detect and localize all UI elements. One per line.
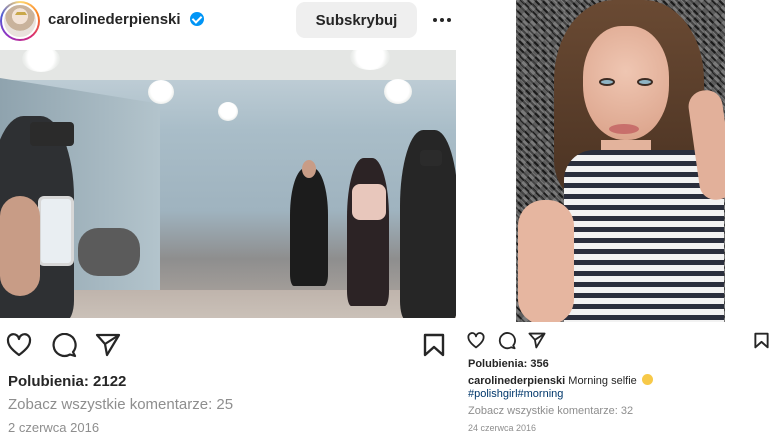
photo-face — [583, 26, 669, 140]
heart-icon[interactable] — [6, 333, 32, 357]
phone — [38, 196, 74, 266]
heart-icon[interactable] — [467, 332, 485, 349]
seated-people — [78, 228, 140, 276]
post-photo[interactable] — [0, 50, 456, 318]
bookmark-icon[interactable] — [423, 333, 445, 357]
post-photo-selfie[interactable] — [516, 0, 725, 322]
view-comments-link[interactable]: Zobacz wszystkie komentarze: 25 — [8, 396, 233, 413]
share-icon[interactable] — [95, 333, 121, 357]
more-options-icon[interactable] — [430, 10, 454, 30]
avatar[interactable] — [0, 1, 40, 41]
photo-arm — [518, 200, 574, 322]
photo-eye — [599, 78, 615, 86]
crown-icon — [15, 9, 27, 15]
hand — [0, 196, 40, 296]
hashtag-link[interactable]: #polishgirl — [468, 388, 518, 400]
post-date: 24 czerwca 2016 — [468, 423, 537, 433]
avatar-image — [2, 3, 38, 39]
comment-icon[interactable] — [498, 332, 516, 350]
post-caption: carolinederpienski Morning selfie — [468, 374, 653, 387]
smiling-face-emoji-icon — [641, 374, 653, 385]
post-date: 2 czerwca 2016 — [8, 420, 100, 435]
model-figure — [290, 168, 328, 286]
woman-figure — [347, 158, 389, 306]
photo-eye — [637, 78, 653, 86]
likes-count[interactable]: Polubienia: 2122 — [8, 373, 126, 390]
verified-badge-icon — [190, 12, 204, 26]
subscribe-button[interactable]: Subskrybuj — [296, 2, 417, 38]
photo-lips — [609, 124, 639, 134]
camera — [30, 122, 74, 146]
camera — [420, 150, 442, 166]
caption-username[interactable]: carolinederpienski — [468, 375, 565, 387]
share-icon[interactable] — [528, 332, 546, 349]
likes-count[interactable]: Polubienia: 356 — [468, 358, 549, 370]
post-username[interactable]: carolinederpienski — [48, 11, 181, 28]
view-comments-link[interactable]: Zobacz wszystkie komentarze: 32 — [468, 405, 633, 417]
comment-icon[interactable] — [51, 333, 77, 358]
lamp — [148, 80, 174, 104]
lamp — [384, 79, 412, 104]
caption-text: Morning selfie — [565, 375, 640, 387]
woman-blouse — [352, 184, 386, 220]
post-left: carolinederpienski Subskrybuj Polubienia… — [0, 0, 462, 441]
model-head — [302, 160, 316, 178]
lamp — [218, 102, 238, 121]
hashtags: #polishgirl#morning — [468, 388, 563, 400]
hashtag-link[interactable]: #morning — [518, 388, 564, 400]
bookmark-icon[interactable] — [754, 332, 769, 349]
